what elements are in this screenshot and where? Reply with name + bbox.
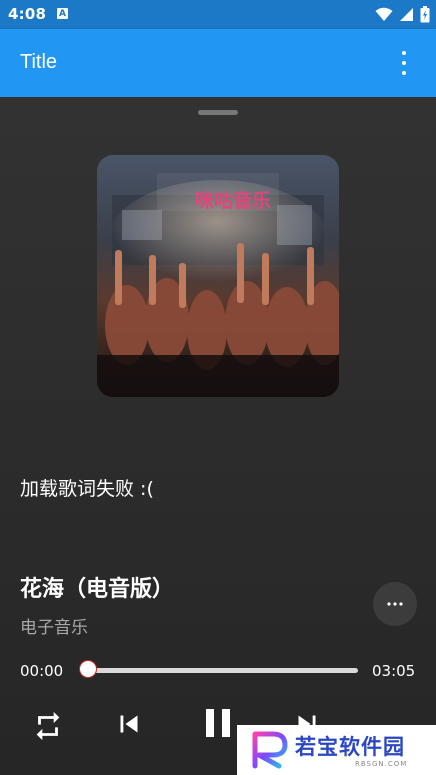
watermark-brand: 若宝软件园: [295, 735, 405, 759]
watermark-domain: RBSGN.COM: [355, 760, 408, 768]
drag-handle[interactable]: [198, 110, 238, 115]
more-options-button[interactable]: [373, 582, 417, 626]
lyrics-status: 加载歌词失败 :(: [20, 478, 154, 500]
watermark-logo: [252, 731, 288, 769]
repeat-icon: [36, 711, 60, 741]
more-horiz-icon: [387, 602, 403, 606]
system-icons: [375, 6, 430, 23]
status-bar: 4:08 A: [0, 0, 436, 29]
progress-bar[interactable]: [79, 660, 358, 678]
repeat-button[interactable]: [31, 709, 65, 747]
watermark: 若宝软件园 RBSGN.COM: [237, 725, 436, 775]
app-notification-icon: A: [57, 8, 68, 19]
previous-button[interactable]: [112, 707, 146, 745]
pause-icon: [206, 709, 230, 737]
skip-previous-icon: [120, 715, 138, 733]
player-sheet: 咪咕音乐 加载歌词失败 :( 花海（电音版） 电子音乐 00:00 03:05: [0, 97, 436, 775]
total-time: 03:05: [372, 662, 416, 680]
battery-icon: [420, 6, 430, 23]
progress-thumb[interactable]: [79, 660, 97, 678]
signal-icon: [400, 8, 413, 21]
app-bar: Title: [0, 29, 436, 97]
song-title: 花海（电音版）: [20, 577, 175, 602]
song-artist: 电子音乐: [20, 618, 88, 638]
more-vert-icon[interactable]: [394, 51, 414, 75]
current-time: 00:00: [20, 662, 64, 680]
cover-logo-text: 咪咕音乐: [195, 189, 271, 212]
pause-button[interactable]: [194, 699, 242, 751]
wifi-icon: [375, 7, 393, 21]
concert-artwork: 咪咕音乐: [97, 155, 339, 397]
album-cover: 咪咕音乐: [97, 155, 339, 397]
status-time: 4:08: [8, 5, 47, 23]
page-title: Title: [20, 51, 58, 73]
